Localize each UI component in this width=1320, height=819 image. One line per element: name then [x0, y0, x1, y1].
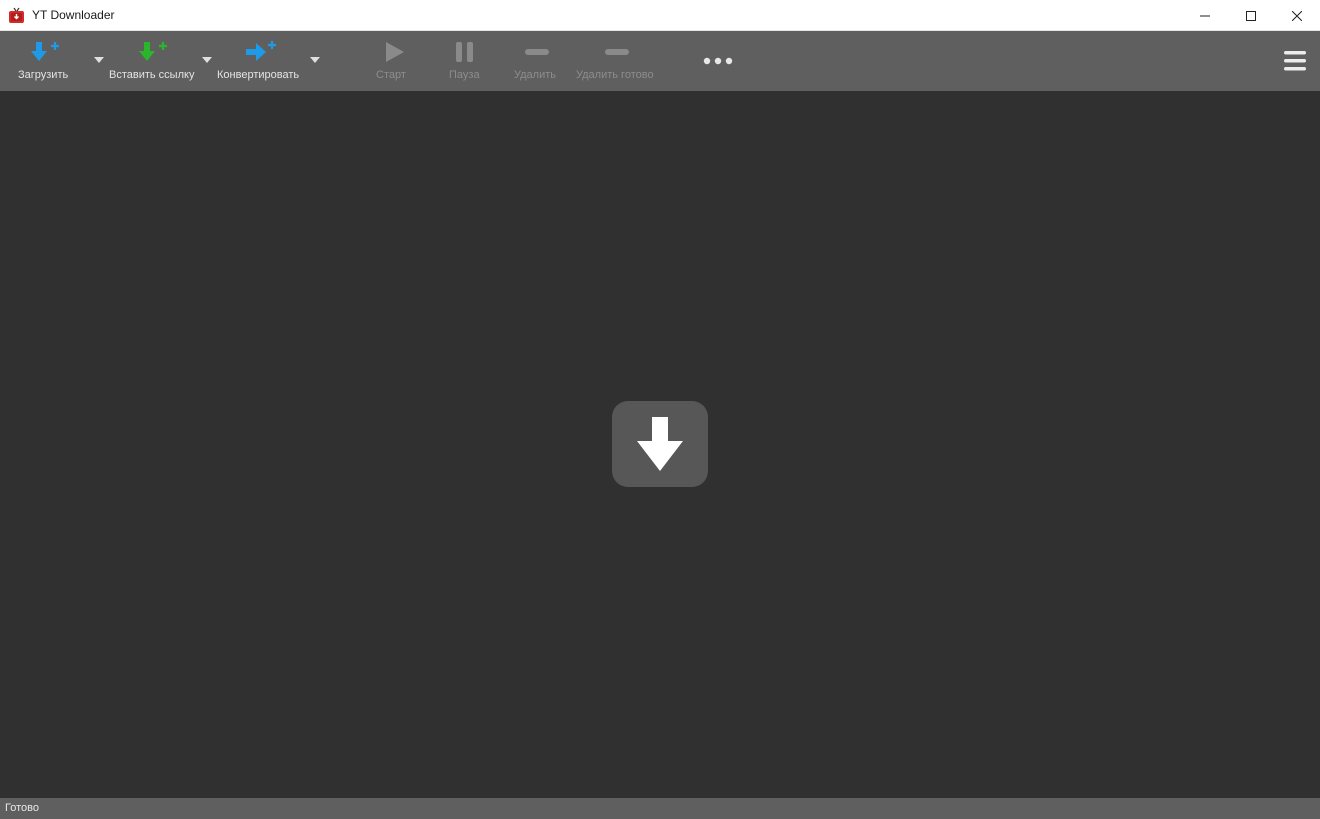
arrow-down-plus-icon: [139, 42, 167, 61]
pause-icon: [456, 42, 473, 62]
download-label: Загрузить: [18, 69, 69, 81]
pause-label: Пауза: [449, 69, 480, 81]
convert-dropdown-icon[interactable]: [309, 56, 321, 64]
delete-label: Удалить: [514, 69, 556, 81]
minimize-button[interactable]: [1182, 0, 1228, 31]
minus-icon: [605, 49, 629, 55]
arrow-down-plus-icon: [31, 42, 59, 61]
status-bar: Готово: [0, 798, 1320, 819]
minimize-icon: [1200, 15, 1210, 16]
maximize-button[interactable]: [1228, 0, 1274, 31]
minus-icon: [525, 49, 549, 55]
close-button[interactable]: [1274, 0, 1320, 31]
drop-zone[interactable]: [612, 401, 708, 487]
convert-button[interactable]: Конвертировать: [214, 31, 306, 91]
maximize-icon: [1246, 10, 1256, 21]
close-icon: [1292, 10, 1302, 21]
start-label: Старт: [376, 69, 406, 81]
download-arrow-icon: [637, 417, 683, 471]
delete-done-button[interactable]: Удалить готово: [574, 31, 660, 91]
app-logo-icon: [8, 7, 25, 24]
delete-done-label: Удалить готово: [576, 69, 654, 81]
arrow-right-plus-icon: [246, 41, 276, 61]
hamburger-menu-icon: [1284, 51, 1306, 71]
main-menu-button[interactable]: [1276, 31, 1314, 91]
pause-button[interactable]: Пауза: [440, 31, 490, 91]
paste-link-dropdown-icon[interactable]: [201, 56, 213, 64]
more-dots-icon: [703, 57, 733, 65]
start-button[interactable]: Старт: [366, 31, 416, 91]
more-button[interactable]: [698, 31, 738, 91]
download-list-area[interactable]: [0, 91, 1320, 798]
delete-button[interactable]: Удалить: [510, 31, 564, 91]
window-title: YT Downloader: [32, 8, 115, 22]
paste-link-label: Вставить ссылку: [109, 69, 195, 81]
toolbar: Загрузить Вставить ссылку Конвертировать…: [0, 31, 1320, 91]
download-button[interactable]: Загрузить: [10, 31, 90, 91]
title-bar: YT Downloader: [0, 0, 1320, 31]
convert-label: Конвертировать: [217, 69, 300, 81]
play-icon: [386, 42, 404, 62]
status-text: Готово: [5, 802, 39, 814]
paste-link-button[interactable]: Вставить ссылку: [106, 31, 198, 91]
download-dropdown-icon[interactable]: [93, 56, 105, 64]
